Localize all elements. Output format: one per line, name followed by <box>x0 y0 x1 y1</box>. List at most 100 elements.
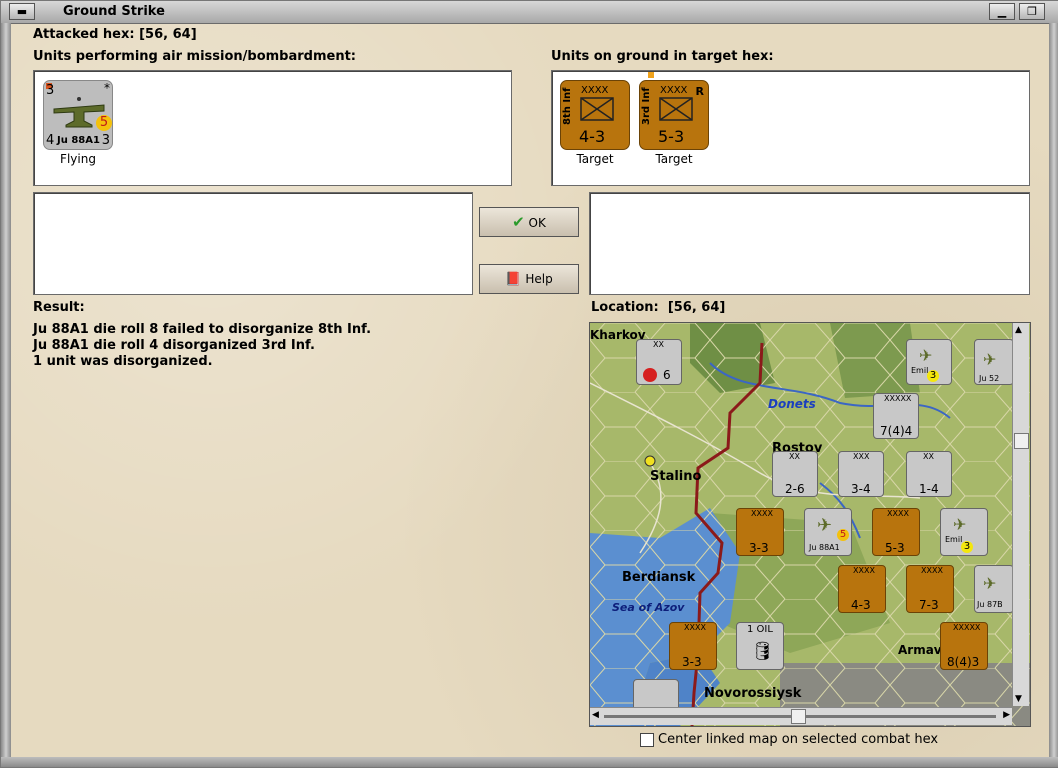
plane-icon: ✈ <box>983 574 997 593</box>
ground-unit-counter[interactable]: 3rd Inf XXXX R 5-3 <box>639 80 709 150</box>
red-disorganized-icon <box>643 368 657 382</box>
ground-strike-window: ▬ Ground Strike ▁ ❐ Attacked hex: [56, 6… <box>0 0 1058 768</box>
window-title: Ground Strike <box>63 4 165 19</box>
ok-button[interactable]: ✔ OK <box>479 207 579 237</box>
place-name: Stalino <box>650 469 702 484</box>
air-badge: 5 <box>837 529 849 541</box>
scroll-left-icon[interactable]: ◀ <box>592 710 599 720</box>
map-unit-size: XXXX <box>751 509 773 518</box>
ground-unit-flag: R <box>695 85 704 98</box>
map-unit-counter[interactable]: XX 1-4 <box>906 451 952 497</box>
center-map-checkbox-label[interactable]: Center linked map on selected combat hex <box>658 732 938 747</box>
ground-unit-size: XXXX <box>660 85 688 96</box>
map-vertical-scrollbar[interactable]: ▲ ▼ <box>1012 323 1029 706</box>
oil-barrels-icon: 🛢 <box>751 641 774 662</box>
oil-label: 1 OIL <box>747 624 773 635</box>
map-unit-counter[interactable]: XXXX 7-3 <box>906 565 954 613</box>
attacked-hex-label: Attacked hex: [56, 64] <box>33 27 197 42</box>
map-air-counter[interactable]: ✈ Ju 52 <box>974 339 1014 385</box>
map-unit-strength: 1-4 <box>919 482 939 496</box>
map-unit-counter[interactable]: XXXX 3-3 <box>669 622 717 670</box>
place-name: Armav <box>898 643 942 657</box>
map-unit-size: XXX <box>853 452 870 461</box>
air-unit-badge: 5 <box>96 115 112 131</box>
air-unit-corner: * <box>104 81 110 95</box>
minimize-button[interactable]: ▁ <box>989 3 1015 20</box>
unit-marker-icon <box>648 72 654 78</box>
map-unit-size: XX <box>789 452 800 461</box>
air-name: Ju 87B <box>977 600 1003 609</box>
map-unit-counter[interactable]: XXXXX 7(4)4 <box>873 393 919 439</box>
map-unit-counter[interactable]: XX 2-6 <box>772 451 818 497</box>
infantry-symbol-icon <box>659 97 693 121</box>
oil-counter[interactable]: 1 OIL 🛢 <box>736 622 784 670</box>
ground-unit-name: 3rd Inf <box>641 87 652 125</box>
air-name: Ju 52 <box>979 374 1000 383</box>
center-map-checkbox[interactable] <box>640 733 654 747</box>
map-air-counter[interactable]: ✈ Emil 3 <box>906 339 952 385</box>
maximize-button[interactable]: ❐ <box>1019 3 1045 20</box>
air-unit-bottom-right: 3 <box>101 133 110 148</box>
window-right-border <box>1049 23 1058 761</box>
air-unit-name: Ju 88A1 <box>57 135 100 146</box>
map-air-counter[interactable]: ✈ Emil 3 <box>940 508 988 556</box>
map-unit-counter[interactable]: XXXX 4-3 <box>838 565 886 613</box>
map-unit-strength: 7-3 <box>919 598 939 612</box>
mini-map[interactable]: Kharkov Donets Rostov Stalino Berdiansk … <box>589 322 1031 727</box>
map-unit-counter[interactable]: XXXX 3-3 <box>736 508 784 556</box>
defender-details-panel <box>589 192 1030 295</box>
map-unit-strength: 3-4 <box>851 482 871 496</box>
map-unit-size: XXXXX <box>953 623 981 632</box>
air-unit-top-left: 3 <box>46 83 55 98</box>
map-unit-strength: 3-3 <box>682 655 702 669</box>
title-bar[interactable]: ▬ Ground Strike ▁ ❐ <box>1 1 1058 24</box>
air-unit-bottom-left: 4 <box>46 133 55 148</box>
infantry-symbol-icon <box>580 97 614 121</box>
location-value: [56, 64] <box>667 300 726 315</box>
ground-unit-counter[interactable]: 8th Inf XXXX 4-3 <box>560 80 630 150</box>
map-air-counter[interactable]: ✈ 5 Ju 88A1 <box>804 508 852 556</box>
scroll-right-icon[interactable]: ▶ <box>1003 710 1010 720</box>
map-unit-strength: 2-6 <box>785 482 805 496</box>
map-unit-strength: 4-3 <box>851 598 871 612</box>
attacked-hex-caption: Attacked hex: <box>33 27 135 42</box>
map-unit-counter[interactable]: XXXXX 8(4)3 <box>940 622 988 670</box>
result-line: Ju 88A1 die roll 8 failed to disorganize… <box>33 322 372 337</box>
checkmark-icon: ✔ <box>512 213 525 231</box>
plane-icon: ✈ <box>983 350 997 369</box>
attacked-hex-value: [56, 64] <box>139 27 197 42</box>
map-unit-counter[interactable]: XXXX 5-3 <box>872 508 920 556</box>
place-name: Sea of Azov <box>612 601 685 614</box>
air-units-label: Units performing air mission/bombardment… <box>33 49 357 64</box>
scroll-down-icon[interactable]: ▼ <box>1015 694 1022 704</box>
plane-icon: ✈ <box>817 515 833 536</box>
help-button[interactable]: 📕 Help <box>479 264 579 294</box>
map-unit-size: XXXXX <box>884 394 912 403</box>
map-unit-size: XX <box>653 340 664 349</box>
map-unit-size: XXXX <box>684 623 706 632</box>
map-unit-strength: 3-3 <box>749 541 769 555</box>
result-line: Ju 88A1 die roll 4 disorganized 3rd Inf. <box>33 338 315 353</box>
map-unit-size: XXXX <box>887 509 909 518</box>
plane-icon: ✈ <box>953 515 967 534</box>
ground-units-panel: 8th Inf XXXX 4-3 Target 3rd Inf XXXX R 5… <box>551 70 1030 186</box>
system-menu-button[interactable]: ▬ <box>9 3 35 20</box>
air-badge: 3 <box>961 541 973 553</box>
air-name: Emil <box>945 535 963 544</box>
map-unit-size: XXXX <box>921 566 943 575</box>
air-name: Emil <box>911 366 929 375</box>
horizontal-scroll-thumb[interactable] <box>791 709 806 724</box>
scroll-up-icon[interactable]: ▲ <box>1015 325 1022 335</box>
air-unit-counter[interactable]: 3 * 5 4 Ju 88A1 3 <box>43 80 113 150</box>
map-unit-counter[interactable]: XX 6 <box>636 339 682 385</box>
map-air-counter[interactable]: ✈ Ju 87B <box>974 565 1014 613</box>
map-unit-strength: 8(4)3 <box>947 655 980 669</box>
help-button-label: Help <box>525 272 553 286</box>
ground-unit-strength: 5-3 <box>658 127 685 146</box>
ground-unit-status: Target <box>576 152 614 166</box>
vertical-scroll-thumb[interactable] <box>1014 433 1029 449</box>
result-line: 1 unit was disorganized. <box>33 354 213 369</box>
map-horizontal-scrollbar[interactable]: ◀ ▶ <box>590 707 1012 725</box>
map-unit-counter[interactable]: XXX 3-4 <box>838 451 884 497</box>
air-unit-status: Flying <box>60 152 96 166</box>
